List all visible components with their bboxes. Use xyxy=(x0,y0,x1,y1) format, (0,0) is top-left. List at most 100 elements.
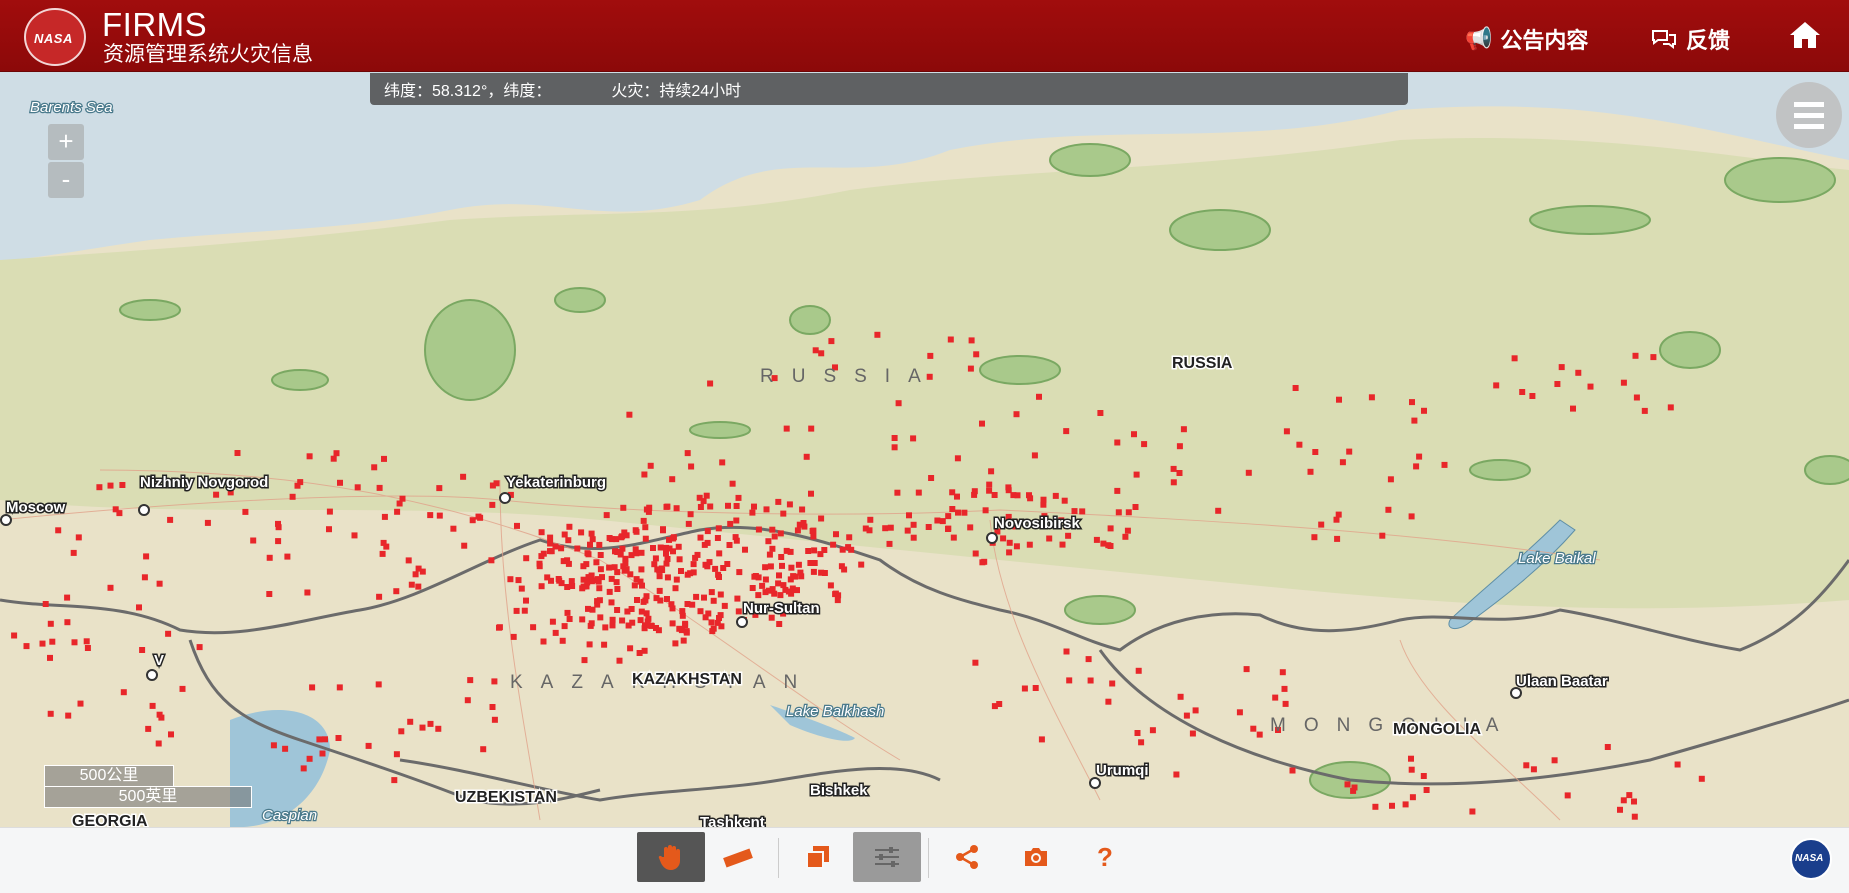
fire-hotspot[interactable] xyxy=(579,616,586,623)
fire-hotspot[interactable] xyxy=(887,524,894,531)
fire-hotspot[interactable] xyxy=(961,509,968,516)
fire-hotspot[interactable] xyxy=(391,777,398,784)
fire-hotspot[interactable] xyxy=(643,506,650,513)
fire-hotspot[interactable] xyxy=(1141,441,1148,448)
fire-hotspot[interactable] xyxy=(1026,541,1033,548)
fire-hotspot[interactable] xyxy=(1036,393,1042,400)
fire-hotspot[interactable] xyxy=(467,677,474,684)
fire-hotspot[interactable] xyxy=(906,512,912,519)
fire-hotspot[interactable] xyxy=(1085,656,1092,663)
fire-hotspot[interactable] xyxy=(1409,399,1415,406)
fire-hotspot[interactable] xyxy=(812,347,819,354)
fire-hotspot[interactable] xyxy=(862,525,869,532)
layer-list-button[interactable] xyxy=(1776,82,1842,148)
fire-hotspot[interactable] xyxy=(672,640,679,647)
fire-hotspot[interactable] xyxy=(945,513,952,520)
fire-hotspot[interactable] xyxy=(1413,463,1420,470)
fire-hotspot[interactable] xyxy=(988,468,995,475)
fire-hotspot[interactable] xyxy=(715,525,722,532)
fire-hotspot[interactable] xyxy=(810,533,817,540)
fire-hotspot[interactable] xyxy=(596,541,603,548)
fire-hotspot[interactable] xyxy=(606,564,613,571)
fire-hotspot[interactable] xyxy=(96,484,103,491)
fire-hotspot[interactable] xyxy=(1059,541,1066,548)
fire-hotspot[interactable] xyxy=(810,527,817,534)
fire-hotspot[interactable] xyxy=(1031,452,1038,459)
fire-hotspot[interactable] xyxy=(986,481,993,488)
fire-hotspot[interactable] xyxy=(588,572,595,579)
fire-hotspot[interactable] xyxy=(676,556,683,563)
fire-hotspot[interactable] xyxy=(540,638,547,645)
fire-hotspot[interactable] xyxy=(614,569,621,576)
fire-hotspot[interactable] xyxy=(735,608,742,615)
fire-hotspot[interactable] xyxy=(729,480,736,487)
fire-hotspot[interactable] xyxy=(488,557,495,564)
fire-hotspot[interactable] xyxy=(306,755,313,762)
fire-hotspot[interactable] xyxy=(1570,405,1576,412)
fire-hotspot[interactable] xyxy=(1093,536,1100,543)
fire-hotspot[interactable] xyxy=(1423,787,1430,793)
fire-hotspot[interactable] xyxy=(1387,476,1394,483)
fire-hotspot[interactable] xyxy=(583,561,590,568)
fire-hotspot[interactable] xyxy=(381,513,388,520)
fire-hotspot[interactable] xyxy=(1667,404,1674,411)
fire-hotspot[interactable] xyxy=(808,490,814,497)
fire-hotspot[interactable] xyxy=(1511,355,1518,362)
fire-hotspot[interactable] xyxy=(65,712,72,719)
fire-hotspot[interactable] xyxy=(786,501,793,508)
fire-hotspot[interactable] xyxy=(1131,431,1137,438)
fire-hotspot[interactable] xyxy=(376,593,383,600)
fire-hotspot[interactable] xyxy=(1368,394,1375,401)
fire-hotspot[interactable] xyxy=(714,535,721,541)
fire-hotspot[interactable] xyxy=(158,714,165,721)
fire-hotspot[interactable] xyxy=(55,527,62,534)
fire-hotspot[interactable] xyxy=(1283,428,1290,435)
fire-hotspot[interactable] xyxy=(1587,383,1594,390)
fire-hotspot[interactable] xyxy=(799,506,806,513)
fire-hotspot[interactable] xyxy=(1250,725,1257,732)
fire-hotspot[interactable] xyxy=(735,494,742,501)
fire-hotspot[interactable] xyxy=(77,700,84,707)
fire-hotspot[interactable] xyxy=(688,463,695,470)
fire-hotspot[interactable] xyxy=(84,645,91,651)
fire-hotspot[interactable] xyxy=(1189,730,1196,737)
feedback-button[interactable]: 反馈 xyxy=(1650,24,1730,54)
fire-hotspot[interactable] xyxy=(275,538,282,545)
fire-hotspot[interactable] xyxy=(1631,813,1638,820)
fire-hotspot[interactable] xyxy=(558,545,565,552)
fire-hotspot[interactable] xyxy=(637,617,644,624)
fire-hotspot[interactable] xyxy=(270,742,277,749)
fire-hotspot[interactable] xyxy=(1052,492,1059,499)
fire-hotspot[interactable] xyxy=(1132,504,1139,510)
fire-hotspot[interactable] xyxy=(904,527,911,534)
fire-hotspot[interactable] xyxy=(1335,511,1342,518)
fire-hotspot[interactable] xyxy=(818,515,825,522)
fire-hotspot[interactable] xyxy=(658,565,665,572)
fire-hotspot[interactable] xyxy=(641,647,648,654)
fire-hotspot[interactable] xyxy=(709,628,716,635)
fire-hotspot[interactable] xyxy=(874,331,881,338)
fire-hotspot[interactable] xyxy=(614,586,621,592)
fire-hotspot[interactable] xyxy=(609,622,616,629)
fire-hotspot[interactable] xyxy=(1006,549,1013,556)
fire-hotspot[interactable] xyxy=(1079,508,1086,515)
fire-hotspot[interactable] xyxy=(619,617,626,624)
fire-hotspot[interactable] xyxy=(521,607,528,614)
fire-hotspot[interactable] xyxy=(335,735,342,741)
fire-hotspot[interactable] xyxy=(266,554,273,561)
fire-hotspot[interactable] xyxy=(461,542,468,549)
fire-hotspot[interactable] xyxy=(581,657,588,664)
fire-hotspot[interactable] xyxy=(752,573,759,579)
fire-hotspot[interactable] xyxy=(641,471,648,478)
fire-hotspot[interactable] xyxy=(564,609,571,616)
fire-hotspot[interactable] xyxy=(1633,394,1640,401)
fire-hotspot[interactable] xyxy=(1421,407,1427,414)
fire-hotspot[interactable] xyxy=(783,425,790,432)
fire-hotspot[interactable] xyxy=(685,520,692,527)
fire-hotspot[interactable] xyxy=(910,435,917,442)
fire-hotspot[interactable] xyxy=(514,522,520,529)
fire-hotspot[interactable] xyxy=(566,616,573,622)
fire-hotspot[interactable] xyxy=(337,479,343,486)
fire-hotspot[interactable] xyxy=(275,520,281,527)
fire-hotspot[interactable] xyxy=(1040,496,1047,503)
